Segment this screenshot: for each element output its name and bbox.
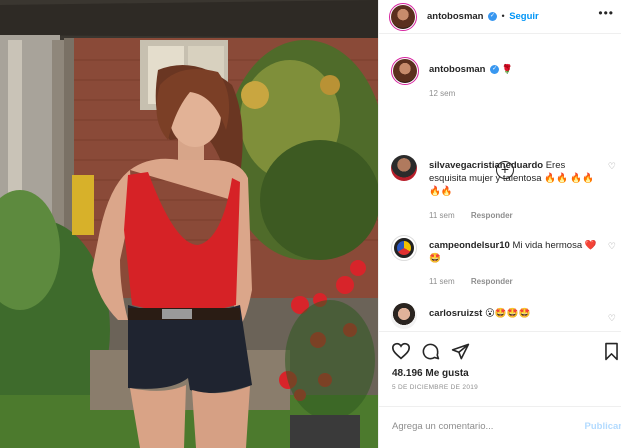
- comment-text: silvavegacristianeduardo Eres esquisita …: [429, 159, 599, 198]
- heart-icon[interactable]: ♡: [608, 241, 616, 252]
- comment-username[interactable]: silvavegacristianeduardo: [429, 160, 543, 171]
- verified-icon: ✓: [488, 12, 497, 22]
- heart-icon[interactable]: [391, 342, 411, 360]
- author-avatar[interactable]: [389, 3, 417, 31]
- post-photo-image: [0, 0, 378, 448]
- comment-avatar[interactable]: [391, 303, 417, 329]
- caption-avatar[interactable]: [391, 57, 419, 85]
- caption-emoji: 🌹: [501, 64, 513, 74]
- comment-time[interactable]: 11 sem: [429, 277, 455, 286]
- post-header: antobosman ✓ • Seguir •••: [379, 0, 621, 34]
- post-date[interactable]: 5 DE DICIEMBRE DE 2019: [392, 384, 478, 391]
- comment-item: carlosruizst 😮🤩🤩🤩 ♡: [391, 303, 616, 330]
- more-icon[interactable]: •••: [598, 6, 614, 20]
- comment-username[interactable]: carlosruizst: [429, 308, 482, 319]
- post-actions: 48.196 Me gusta 5 DE DICIEMBRE DE 2019: [379, 331, 621, 391]
- caption-time[interactable]: 12 sem: [429, 89, 455, 98]
- comment-input[interactable]: Agrega un comentario...: [392, 421, 493, 432]
- header-dot-separator: •: [501, 11, 505, 21]
- comment-item: silvavegacristianeduardo Eres esquisita …: [391, 155, 616, 225]
- comment-meta: 11 sem Responder: [429, 211, 527, 220]
- comment-username[interactable]: campeondelsur10: [429, 240, 510, 251]
- header-user-line: antobosman ✓ • Seguir: [427, 11, 539, 22]
- comment-time[interactable]: 11 sem: [429, 211, 455, 220]
- reply-button[interactable]: Responder: [471, 277, 513, 286]
- post-sidebar: antobosman ✓ • Seguir ••• antobosman ✓ 🌹…: [378, 0, 621, 448]
- comment-icon[interactable]: [421, 342, 440, 361]
- author-username[interactable]: antobosman: [427, 11, 483, 22]
- comment-text: campeondelsur10 Mi vida hermosa ❤️🤩: [429, 239, 599, 265]
- caption-username[interactable]: antobosman: [429, 64, 485, 75]
- add-comment-bar: Agrega un comentario... Publicar: [379, 406, 621, 448]
- caption-meta: 12 sem: [429, 89, 469, 98]
- comment-meta: 11 sem Responder: [429, 277, 527, 286]
- follow-button[interactable]: Seguir: [509, 11, 539, 22]
- share-icon[interactable]: [451, 342, 470, 361]
- comments-section: antobosman ✓ 🌹 12 sem + silvavegacristia…: [379, 45, 621, 330]
- post-photo[interactable]: [0, 0, 378, 448]
- verified-icon: ✓: [490, 64, 500, 74]
- likes-count[interactable]: 48.196 Me gusta: [392, 368, 469, 379]
- comment-item: campeondelsur10 Mi vida hermosa ❤️🤩 11 s…: [391, 235, 616, 295]
- comment-avatar[interactable]: [391, 155, 417, 181]
- reply-button[interactable]: Responder: [471, 211, 513, 220]
- comment-text: carlosruizst 😮🤩🤩🤩: [429, 307, 599, 320]
- publish-button[interactable]: Publicar: [585, 421, 621, 432]
- comment-avatar[interactable]: [391, 235, 417, 261]
- bookmark-icon[interactable]: [603, 342, 620, 361]
- heart-icon[interactable]: ♡: [608, 161, 616, 172]
- heart-icon[interactable]: ♡: [608, 313, 616, 324]
- comment-body: 😮🤩🤩🤩: [484, 308, 531, 319]
- caption-row: antobosman ✓ 🌹 12 sem: [391, 57, 616, 117]
- caption-text: antobosman ✓ 🌹: [429, 63, 599, 76]
